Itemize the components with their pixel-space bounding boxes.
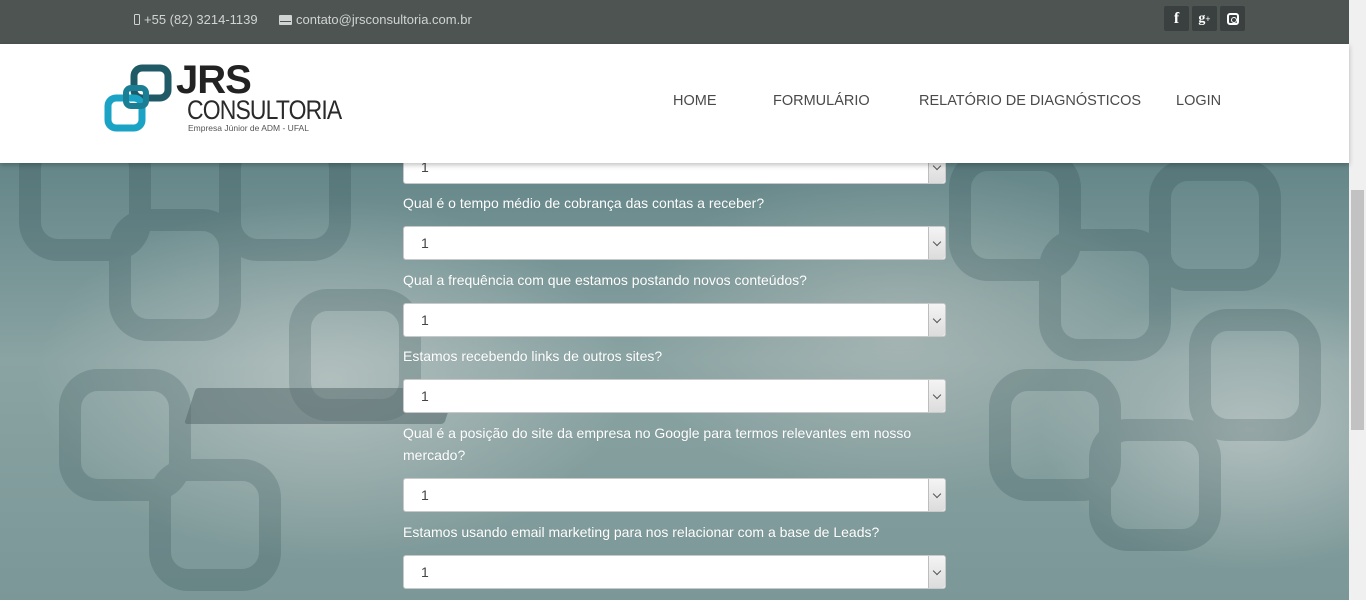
logo-mark-icon xyxy=(104,64,172,132)
chevron-down-icon[interactable] xyxy=(928,227,945,259)
select-email-marketing[interactable]: 1 xyxy=(403,555,946,589)
select-value: 1 xyxy=(421,388,429,404)
question-label-content-frequency: Qual a frequência com que estamos postan… xyxy=(403,272,807,288)
select-value: 1 xyxy=(421,564,429,580)
vertical-scrollbar[interactable] xyxy=(1349,0,1366,600)
select-backlinks[interactable]: 1 xyxy=(403,379,946,413)
phone-contact: +55 (82) 3214-1139 xyxy=(134,12,258,27)
logo-text-consultoria: CONSULTORIA xyxy=(187,95,342,125)
chevron-down-icon[interactable] xyxy=(928,556,945,588)
phone-number: +55 (82) 3214-1139 xyxy=(144,12,258,27)
nav-login[interactable]: LOGIN xyxy=(1176,93,1221,109)
chevron-down-icon[interactable] xyxy=(928,304,945,336)
select-value: 1 xyxy=(421,235,429,251)
chevron-down-icon[interactable] xyxy=(928,380,945,412)
question-label-backlinks: Estamos recebendo links de outros sites? xyxy=(403,348,663,364)
facebook-icon[interactable]: f xyxy=(1164,6,1189,31)
site-header: JRS CONSULTORIA Empresa Júnior de ADM - … xyxy=(0,44,1349,163)
logo-tagline: Empresa Júnior de ADM - UFAL xyxy=(188,123,309,133)
nav-formulario[interactable]: FORMULÁRIO xyxy=(773,93,870,109)
envelope-icon xyxy=(279,14,292,25)
scrollbar-thumb[interactable] xyxy=(1351,190,1364,430)
question-label-email-marketing: Estamos usando email marketing para nos … xyxy=(403,524,880,540)
instagram-icon[interactable] xyxy=(1220,6,1245,31)
phone-icon xyxy=(134,14,140,25)
chevron-down-icon[interactable] xyxy=(928,479,945,511)
select-google-position[interactable]: 1 xyxy=(403,478,946,512)
select-content-frequency[interactable]: 1 xyxy=(403,303,946,337)
select-value: 1 xyxy=(421,487,429,503)
nav-relatorio-diagnosticos[interactable]: RELATÓRIO DE DIAGNÓSTICOS xyxy=(919,93,1141,109)
question-label-receivables: Qual é o tempo médio de cobrança das con… xyxy=(403,195,765,211)
email-contact[interactable]: contato@jrsconsultoria.com.br xyxy=(279,12,472,27)
top-bar: +55 (82) 3214-1139 contato@jrsconsultori… xyxy=(0,0,1349,44)
question-label-google-position: Qual é a posição do site da empresa no G… xyxy=(403,425,912,463)
select-receivables[interactable]: 1 xyxy=(403,226,946,260)
nav-home[interactable]: HOME xyxy=(673,93,717,109)
google-plus-icon[interactable]: g + xyxy=(1192,6,1217,31)
jrs-logo[interactable]: JRS CONSULTORIA Empresa Júnior de ADM - … xyxy=(104,58,342,136)
email-address[interactable]: contato@jrsconsultoria.com.br xyxy=(296,12,472,27)
select-value: 1 xyxy=(421,312,429,328)
